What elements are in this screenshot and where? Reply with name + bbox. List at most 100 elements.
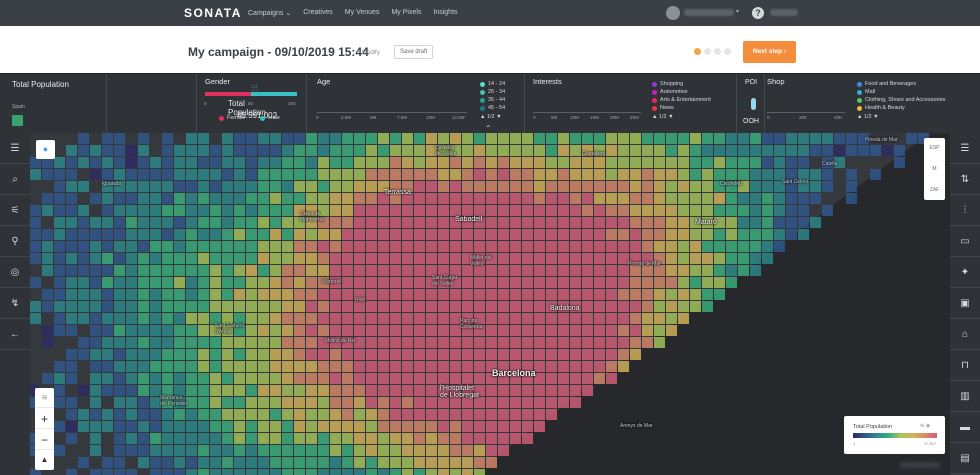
heatmap-cell[interactable]	[54, 289, 65, 300]
heatmap-cell[interactable]	[90, 373, 101, 384]
heatmap-cell[interactable]	[414, 337, 425, 348]
heatmap-cell[interactable]	[138, 301, 149, 312]
heatmap-cell[interactable]	[222, 241, 233, 252]
heatmap-cell[interactable]	[114, 373, 125, 384]
heatmap-cell[interactable]	[258, 217, 269, 228]
heatmap-cell[interactable]	[654, 217, 665, 228]
heatmap-cell[interactable]	[342, 325, 353, 336]
heatmap-cell[interactable]	[750, 181, 761, 192]
heatmap-cell[interactable]	[270, 361, 281, 372]
heatmap-cell[interactable]	[294, 469, 305, 475]
heatmap-cell[interactable]	[462, 133, 473, 144]
heatmap-cell[interactable]	[174, 265, 185, 276]
heatmap-cell[interactable]	[222, 433, 233, 444]
heatmap-cell[interactable]	[198, 145, 209, 156]
heatmap-cell[interactable]	[726, 205, 737, 216]
heatmap-cell[interactable]	[390, 385, 401, 396]
heatmap-cell[interactable]	[534, 217, 545, 228]
heatmap-cell[interactable]	[318, 289, 329, 300]
heatmap-cell[interactable]	[114, 421, 125, 432]
heatmap-cell[interactable]	[474, 289, 485, 300]
heatmap-cell[interactable]	[510, 277, 521, 288]
heatmap-cell[interactable]	[354, 397, 365, 408]
heatmap-cell[interactable]	[582, 217, 593, 228]
heatmap-cell[interactable]	[486, 217, 497, 228]
heatmap-cell[interactable]	[654, 157, 665, 168]
heatmap-cell[interactable]	[342, 349, 353, 360]
heatmap-cell[interactable]	[582, 133, 593, 144]
heatmap-cell[interactable]	[66, 217, 77, 228]
heatmap-cell[interactable]	[354, 133, 365, 144]
heatmap-cell[interactable]	[402, 313, 413, 324]
heatmap-cell[interactable]	[198, 301, 209, 312]
heatmap-cell[interactable]	[114, 157, 125, 168]
heatmap-cell[interactable]	[306, 169, 317, 180]
heatmap-cell[interactable]	[438, 181, 449, 192]
heatmap-cell[interactable]	[318, 457, 329, 468]
heatmap-cell[interactable]	[714, 133, 725, 144]
heatmap-cell[interactable]	[66, 157, 77, 168]
heatmap-cell[interactable]	[714, 205, 725, 216]
heatmap-cell[interactable]	[258, 265, 269, 276]
heatmap-cell[interactable]	[306, 385, 317, 396]
heatmap-cell[interactable]	[618, 181, 629, 192]
heatmap-cell[interactable]	[90, 313, 101, 324]
heatmap-cell[interactable]	[582, 193, 593, 204]
heatmap-cell[interactable]	[342, 361, 353, 372]
heatmap-cell[interactable]	[234, 469, 245, 475]
heatmap-cell[interactable]	[474, 337, 485, 348]
heatmap-cell[interactable]	[510, 289, 521, 300]
heatmap-cell[interactable]	[486, 277, 497, 288]
heatmap-cell[interactable]	[78, 313, 89, 324]
heatmap-cell[interactable]	[810, 193, 821, 204]
heatmap-cell[interactable]	[618, 313, 629, 324]
heatmap-cell[interactable]	[342, 265, 353, 276]
heatmap-cell[interactable]	[378, 325, 389, 336]
heatmap-cell[interactable]	[78, 337, 89, 348]
heatmap-cell[interactable]	[42, 289, 53, 300]
heatmap-cell[interactable]	[306, 133, 317, 144]
heatmap-cell[interactable]	[666, 169, 677, 180]
heatmap-cell[interactable]	[42, 253, 53, 264]
heatmap-cell[interactable]	[246, 265, 257, 276]
heatmap-cell[interactable]	[258, 385, 269, 396]
heatmap-cell[interactable]	[570, 217, 581, 228]
heatmap-cell[interactable]	[102, 229, 113, 240]
heatmap-cell[interactable]	[198, 253, 209, 264]
heatmap-cell[interactable]	[510, 433, 521, 444]
heatmap-cell[interactable]	[690, 265, 701, 276]
heatmap-cell[interactable]	[426, 205, 437, 216]
heatmap-cell[interactable]	[402, 433, 413, 444]
heatmap-cell[interactable]	[594, 325, 605, 336]
heatmap-cell[interactable]	[462, 301, 473, 312]
heatmap-cell[interactable]	[330, 157, 341, 168]
heatmap-cell[interactable]	[570, 397, 581, 408]
heatmap-cell[interactable]	[618, 217, 629, 228]
heatmap-cell[interactable]	[402, 157, 413, 168]
heatmap-cell[interactable]	[414, 169, 425, 180]
heatmap-cell[interactable]	[330, 445, 341, 456]
heatmap-cell[interactable]	[210, 229, 221, 240]
heatmap-cell[interactable]	[546, 397, 557, 408]
heatmap-cell[interactable]	[90, 433, 101, 444]
heatmap-cell[interactable]	[150, 469, 161, 475]
heatmap-cell[interactable]	[618, 337, 629, 348]
heatmap-cell[interactable]	[414, 181, 425, 192]
heatmap-cell[interactable]	[54, 421, 65, 432]
heatmap-cell[interactable]	[654, 193, 665, 204]
heatmap-cell[interactable]	[174, 193, 185, 204]
heatmap-cell[interactable]	[714, 241, 725, 252]
heatmap-cell[interactable]	[558, 349, 569, 360]
heatmap-cell[interactable]	[90, 229, 101, 240]
heatmap-cell[interactable]	[378, 229, 389, 240]
heatmap-cell[interactable]	[522, 385, 533, 396]
heatmap-cell[interactable]	[210, 181, 221, 192]
heatmap-cell[interactable]	[510, 385, 521, 396]
heatmap-cell[interactable]	[294, 133, 305, 144]
heatmap-cell[interactable]	[234, 253, 245, 264]
heatmap-cell[interactable]	[402, 265, 413, 276]
heatmap-cell[interactable]	[618, 205, 629, 216]
heatmap-cell[interactable]	[702, 205, 713, 216]
heatmap-cell[interactable]	[270, 325, 281, 336]
heatmap-cell[interactable]	[222, 253, 233, 264]
